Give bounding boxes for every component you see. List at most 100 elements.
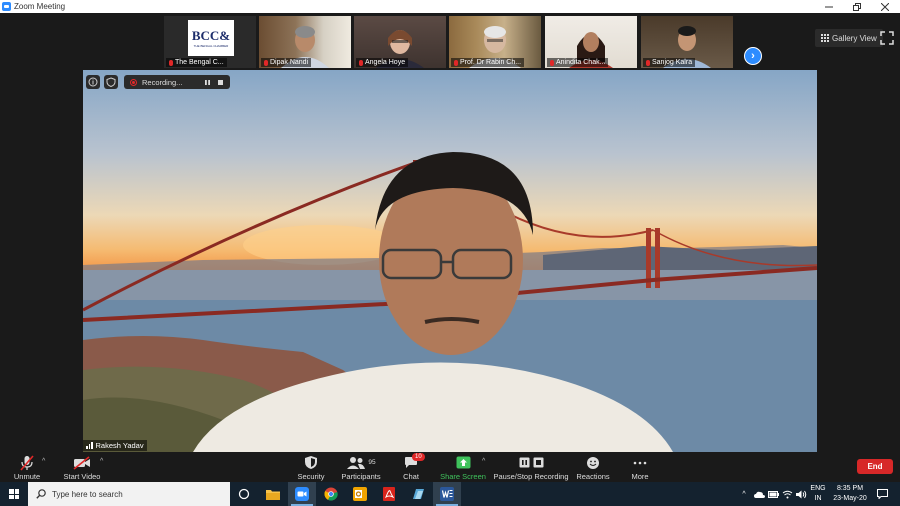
windows-logo-icon [9, 489, 19, 499]
volume-icon[interactable] [794, 482, 808, 506]
stop-icon [217, 79, 223, 85]
fullscreen-icon[interactable] [880, 31, 894, 45]
start-button[interactable] [0, 482, 28, 506]
zoom-logo-icon [2, 2, 11, 11]
video-options-caret[interactable]: ^ [100, 458, 103, 465]
audio-options-caret[interactable]: ^ [42, 458, 45, 465]
unmute-button[interactable]: Unmute [10, 452, 44, 482]
taskbar-zoom[interactable] [288, 482, 316, 506]
pause-icon [519, 457, 529, 468]
stop-recording-button[interactable] [216, 78, 224, 86]
close-button[interactable] [871, 0, 899, 13]
word-icon [440, 487, 454, 501]
chat-button[interactable]: Chat 10 [400, 452, 425, 482]
gallery-strip: BCC& THE BENGAL CHAMBER The Bengal C... … [0, 14, 900, 70]
battery-icon[interactable] [766, 482, 780, 506]
record-icon [130, 78, 137, 86]
minimize-button[interactable] [815, 0, 843, 13]
network-icon[interactable] [780, 482, 794, 506]
region-code: IN [814, 495, 822, 502]
participants-button[interactable]: 95 Participants [340, 452, 382, 482]
reactions-button[interactable]: Reactions [576, 452, 610, 482]
security-label: Security [297, 472, 325, 481]
cortana-icon [238, 488, 250, 500]
zoom-meeting-window: Zoom Meeting BCC& THE BENGAL CHAMBER The… [0, 0, 900, 506]
taskbar-clock[interactable]: 8:35 PM 23-May-20 [828, 484, 872, 504]
encryption-button[interactable] [104, 75, 118, 89]
chat-label: Chat [403, 472, 419, 481]
participant-name: The Bengal C... [166, 58, 227, 67]
start-video-button[interactable]: Start Video [60, 452, 104, 482]
stop-icon [533, 457, 543, 468]
taskbar-acrobat[interactable] [375, 482, 403, 506]
taskbar-word[interactable] [433, 482, 461, 506]
logo-text: BCC& [191, 27, 231, 43]
next-page-button[interactable]: › [744, 47, 762, 65]
taskbar-search[interactable] [28, 482, 230, 506]
notifications-button[interactable] [874, 482, 890, 506]
share-screen-button[interactable]: Share Screen [440, 452, 486, 482]
mic-muted-icon [264, 59, 268, 66]
pause-stop-recording-button[interactable]: Pause/Stop Recording [493, 452, 569, 482]
chevron-up-icon: ^ [742, 490, 746, 498]
zoom-app-icon [295, 487, 309, 501]
recording-bar: Recording... [86, 75, 230, 89]
participants-label: Participants [341, 472, 381, 481]
mic-muted-icon [169, 59, 173, 66]
video-off-icon [73, 455, 90, 470]
unmute-label: Unmute [13, 472, 41, 481]
participant-name: Angela Hoye [356, 58, 409, 67]
bcc-logo: BCC& THE BENGAL CHAMBER [188, 20, 234, 56]
recording-label: Recording... [142, 77, 183, 87]
pause-recording-button[interactable] [203, 78, 211, 86]
mic-muted-icon [359, 59, 363, 66]
show-hidden-icons-button[interactable]: ^ [738, 482, 750, 506]
window-title: Zoom Meeting [14, 2, 66, 11]
emoji-icon [587, 456, 599, 469]
virtual-background [83, 152, 817, 452]
onedrive-icon[interactable] [752, 482, 766, 506]
signal-strength-icon [86, 442, 93, 449]
grid-icon [821, 34, 829, 42]
participant-tile[interactable]: Sanjog Kalra [641, 16, 733, 68]
security-button[interactable]: Security [294, 452, 328, 482]
speaker-name-tag: Rakesh Yadav [83, 440, 147, 451]
participant-tile[interactable]: Anindita Chak... [545, 16, 637, 68]
task-view-button[interactable] [230, 482, 258, 506]
search-input[interactable] [52, 489, 222, 499]
search-icon [36, 489, 46, 499]
outlook-icon [353, 487, 367, 501]
taskbar-file-explorer[interactable] [259, 482, 287, 506]
active-speaker-video [83, 70, 817, 452]
gallery-view-button[interactable]: Gallery View [815, 29, 883, 47]
shield-icon [106, 77, 116, 87]
end-meeting-button[interactable]: End [857, 459, 893, 474]
participant-tile[interactable]: BCC& THE BENGAL CHAMBER The Bengal C... [164, 16, 256, 68]
share-options-caret[interactable]: ^ [482, 458, 485, 465]
participant-tile[interactable]: Dipak Nandi [259, 16, 351, 68]
mic-muted-icon [20, 454, 34, 471]
participant-tile[interactable]: Angela Hoye [354, 16, 446, 68]
restore-button[interactable] [843, 0, 871, 13]
share-screen-icon [456, 456, 470, 469]
share-screen-label: Share Screen [440, 472, 486, 481]
pause-icon [204, 79, 210, 85]
mic-muted-icon [646, 59, 650, 66]
app-icon [413, 489, 424, 499]
logo-subtext: THE BENGAL CHAMBER [193, 43, 229, 48]
pause-stop-recording-label: Pause/Stop Recording [493, 472, 569, 481]
language-indicator[interactable]: ENG IN [808, 484, 828, 504]
taskbar-chrome[interactable] [317, 482, 345, 506]
more-icon [633, 461, 647, 464]
participant-tile[interactable]: Prof. Dr Rabin Ch... [449, 16, 541, 68]
more-button[interactable]: More [628, 452, 652, 482]
chevron-right-icon: › [751, 50, 755, 62]
language-code: ENG [810, 485, 826, 492]
more-label: More [631, 472, 649, 481]
taskbar-outlook[interactable] [346, 482, 374, 506]
taskbar-app[interactable] [404, 482, 432, 506]
meeting-info-button[interactable] [86, 75, 100, 89]
shield-icon [305, 456, 317, 469]
mic-muted-icon [550, 59, 554, 66]
chrome-icon [324, 487, 338, 501]
